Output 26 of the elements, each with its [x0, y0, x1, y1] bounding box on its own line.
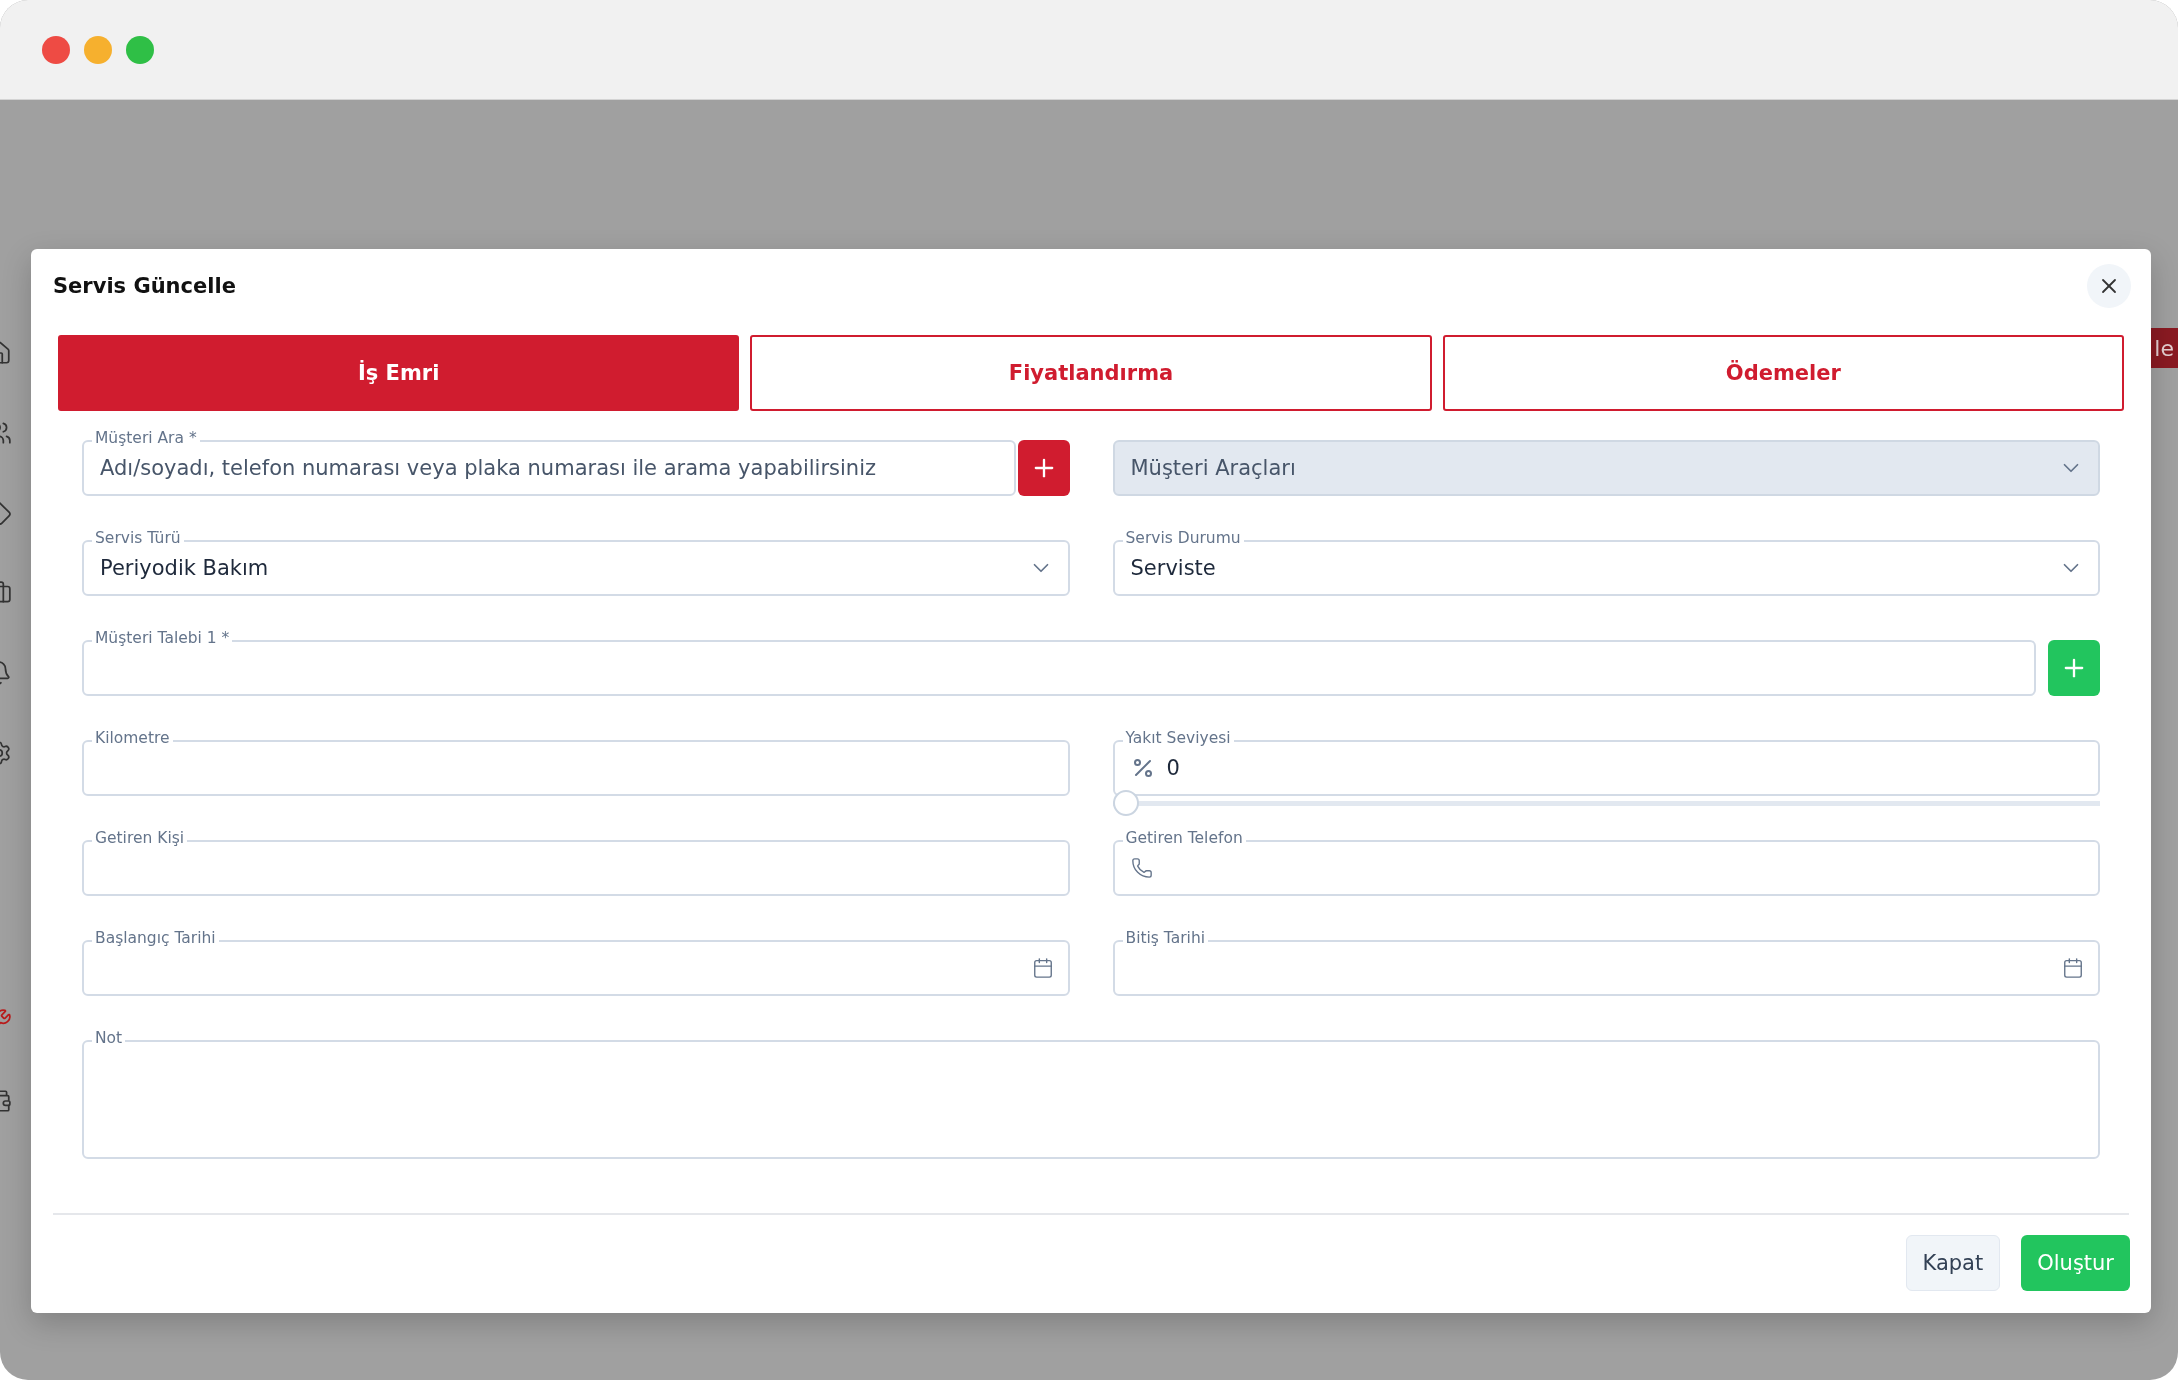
- maximize-window-button[interactable]: [126, 35, 154, 64]
- minimize-window-button[interactable]: [84, 35, 112, 64]
- calendar-icon: [1031, 957, 1054, 979]
- field-label: Yakıt Seviyesi: [1122, 729, 1234, 747]
- add-button[interactable]: [2048, 640, 2100, 696]
- close-button[interactable]: [2087, 264, 2131, 308]
- field-label: Müşteri Talebi 1 *: [92, 629, 233, 647]
- close-window-button[interactable]: [42, 35, 70, 64]
- field-value: 0: [1166, 756, 1181, 780]
- tab[interactable]: Fiyatlandırma: [750, 335, 1432, 411]
- field-label: Bitiş Tarihi: [1122, 929, 1209, 947]
- tab[interactable]: İş Emri: [58, 335, 740, 411]
- slider-thumb[interactable]: [1112, 790, 1139, 816]
- calendar-icon: [2062, 957, 2084, 979]
- field-label: Başlangıç Tarihi: [92, 929, 219, 947]
- phone-icon: [1130, 857, 1153, 879]
- select-value: Serviste: [1130, 556, 1217, 580]
- select-value: Müşteri Araçları: [1130, 456, 1297, 480]
- add-button[interactable]: [1017, 440, 1070, 496]
- dialog-title: Servis Güncelle: [53, 274, 236, 298]
- field-label: Müşteri Ara *: [92, 429, 200, 447]
- tab[interactable]: Ödemeler: [1442, 335, 2124, 411]
- cancel-button[interactable]: Kapat: [1905, 1235, 2001, 1291]
- field-label: Getiren Kişi: [92, 829, 188, 847]
- select-value: Periyodik Bakım: [100, 556, 270, 580]
- placeholder-text: Adı/soyadı, telefon numarası veya plaka numarası ile arama yapabilirsiniz: [100, 456, 877, 480]
